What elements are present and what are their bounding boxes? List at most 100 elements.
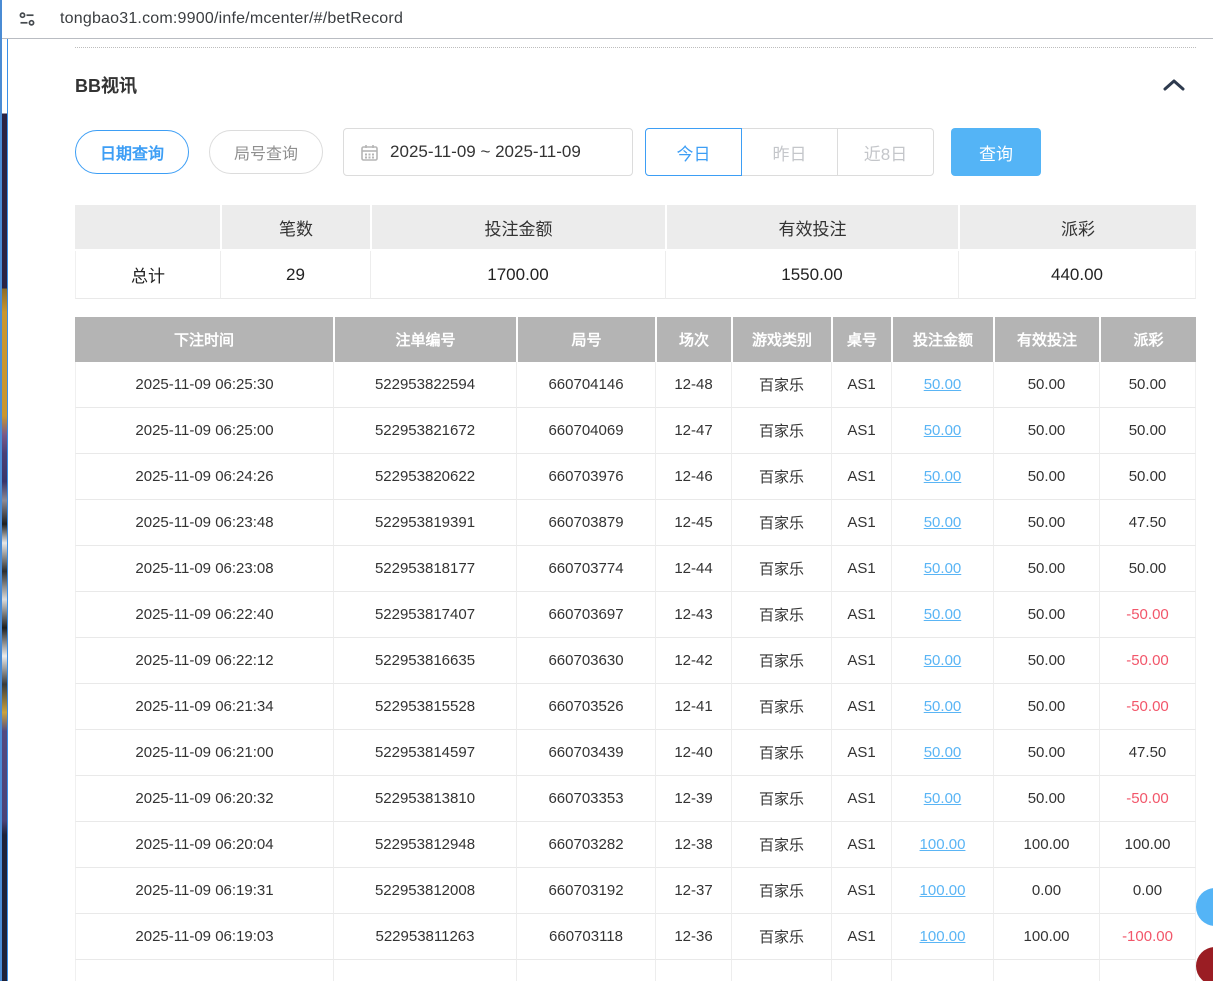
record-cell [333,960,516,981]
summary-value-cell: 29 [220,251,370,299]
record-cell: 522953815528 [333,684,516,730]
date-range-value: 2025-11-09 ~ 2025-11-09 [390,142,581,162]
record-cell: 12-38 [655,822,731,868]
bet-amount-cell: 50.00 [891,362,993,408]
record-cell: -50.00 [1099,684,1196,730]
record-cell: 2025-11-09 06:23:08 [75,546,333,592]
record-cell: 522953818177 [333,546,516,592]
record-cell: 50.00 [1099,546,1196,592]
bet-amount-link[interactable]: 50.00 [924,698,962,715]
record-cell: AS1 [831,638,891,684]
bet-amount-cell: 50.00 [891,730,993,776]
browser-address-bar[interactable]: tongbao31.com:9900/infe/mcenter/#/betRec… [0,0,1213,39]
query-button[interactable]: 查询 [951,128,1041,176]
record-cell: 2025-11-09 06:22:40 [75,592,333,638]
record-cell: 百家乐 [731,546,831,592]
summary-header-cell: 投注金额 [370,205,665,251]
record-cell: 50.00 [993,730,1099,776]
bet-amount-link[interactable]: 50.00 [924,514,962,531]
record-cell: 2025-11-09 06:21:34 [75,684,333,730]
record-cell: 660703526 [516,684,655,730]
summary-value-cell: 1550.00 [665,251,958,299]
record-cell: 522953812008 [333,868,516,914]
bet-amount-link[interactable]: 100.00 [920,928,966,945]
record-cell: 522953817407 [333,592,516,638]
record-cell: AS1 [831,546,891,592]
bet-amount-cell: 100.00 [891,868,993,914]
bet-amount-cell: 50.00 [891,408,993,454]
record-cell: 522953816635 [333,638,516,684]
window-edge-line [0,0,2,981]
bet-amount-cell: 50.00 [891,684,993,730]
record-cell: 660703697 [516,592,655,638]
record-cell: 百家乐 [731,454,831,500]
record-cell: 50.00 [1099,454,1196,500]
bet-amount-link[interactable]: 50.00 [924,790,962,807]
bet-amount-link[interactable]: 50.00 [924,376,962,393]
bet-record-panel: BB视讯 日期查询 局号查询 [8,47,1213,981]
record-cell: 12-45 [655,500,731,546]
record-cell: 47.50 [1099,500,1196,546]
record-cell: 50.00 [993,454,1099,500]
record-cell: 百家乐 [731,914,831,960]
last-8-days-button[interactable]: 近8日 [837,128,934,176]
record-cell [731,960,831,981]
record-cell: 百家乐 [731,868,831,914]
record-cell: 660703353 [516,776,655,822]
records-header-cell: 有效投注 [993,317,1099,362]
record-cell: 2025-11-09 06:19:31 [75,868,333,914]
yesterday-button[interactable]: 昨日 [741,128,838,176]
bet-amount-cell: 50.00 [891,546,993,592]
record-cell: 百家乐 [731,592,831,638]
bet-amount-link[interactable]: 100.00 [920,836,966,853]
records-header-cell: 游戏类别 [731,317,831,362]
record-cell: 2025-11-09 06:20:04 [75,822,333,868]
today-button[interactable]: 今日 [645,128,742,176]
bet-amount-link[interactable]: 50.00 [924,422,962,439]
round-query-tab[interactable]: 局号查询 [209,130,323,174]
record-cell: 660703774 [516,546,655,592]
record-cell: 660703976 [516,454,655,500]
table-row: 2025-11-09 06:22:12522953816635660703630… [75,638,1196,684]
records-header-row: 下注时间注单编号局号场次游戏类别桌号投注金额有效投注派彩 [75,317,1196,362]
record-cell: AS1 [831,592,891,638]
bet-amount-link[interactable]: 50.00 [924,652,962,669]
bet-amount-cell: 50.00 [891,500,993,546]
records-header-cell: 注单编号 [333,317,516,362]
record-cell: 50.00 [993,500,1099,546]
collapse-section-button[interactable] [1162,76,1186,94]
record-cell: AS1 [831,684,891,730]
table-row: 2025-11-09 06:20:32522953813810660703353… [75,776,1196,822]
record-cell: 50.00 [993,362,1099,408]
bet-amount-cell: 50.00 [891,638,993,684]
record-cell: 50.00 [993,684,1099,730]
summary-value-cell: 总计 [75,251,220,299]
bet-amount-link[interactable]: 50.00 [924,744,962,761]
record-cell: AS1 [831,362,891,408]
record-cell [1099,960,1196,981]
screen: tongbao31.com:9900/infe/mcenter/#/betRec… [0,0,1213,981]
bet-amount-link[interactable]: 50.00 [924,468,962,485]
summary-header-row: 笔数投注金额有效投注派彩 [75,205,1196,251]
address-url[interactable]: tongbao31.com:9900/infe/mcenter/#/betRec… [60,10,403,28]
bet-amount-cell: 100.00 [891,914,993,960]
records-header-cell: 投注金额 [891,317,993,362]
date-query-tab[interactable]: 日期查询 [75,130,189,174]
record-cell: 660703439 [516,730,655,776]
bet-amount-link[interactable]: 100.00 [920,882,966,899]
summary-header-cell: 派彩 [958,205,1196,251]
record-cell: 522953821672 [333,408,516,454]
bet-amount-link[interactable]: 50.00 [924,606,962,623]
record-cell [891,960,993,981]
record-cell: 522953814597 [333,730,516,776]
record-cell: 12-39 [655,776,731,822]
date-range-picker[interactable]: 2025-11-09 ~ 2025-11-09 [343,128,633,176]
record-cell: 百家乐 [731,684,831,730]
table-row-partial [75,960,1196,981]
chevron-up-icon [1162,78,1186,92]
records-table: 下注时间注单编号局号场次游戏类别桌号投注金额有效投注派彩 2025-11-09 … [75,317,1196,981]
site-settings-icon[interactable] [14,6,40,32]
bet-amount-link[interactable]: 50.00 [924,560,962,577]
record-cell: 660703192 [516,868,655,914]
section-header: BB视讯 [75,72,1196,98]
